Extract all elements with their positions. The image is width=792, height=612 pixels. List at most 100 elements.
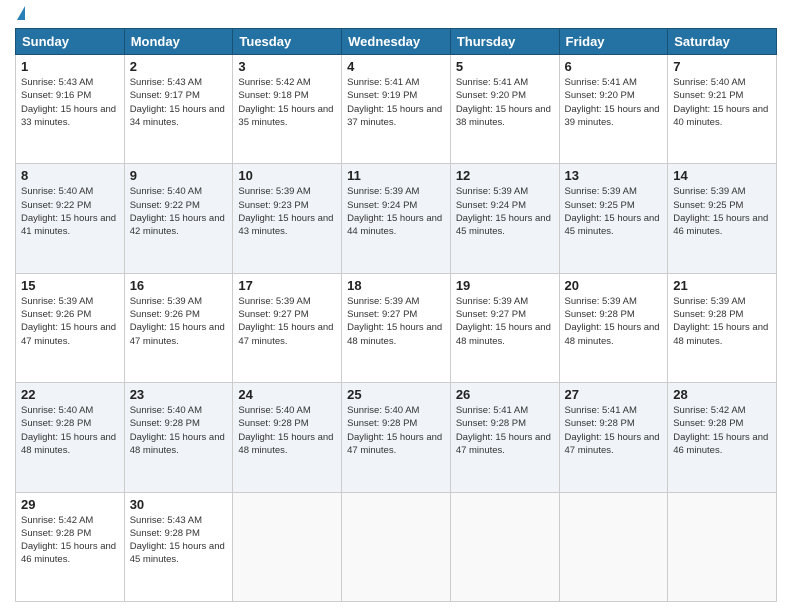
day-number: 24 [238,387,336,402]
table-row [342,492,451,601]
day-number: 16 [130,278,228,293]
day-info: Sunrise: 5:39 AMSunset: 9:27 PMDaylight:… [347,295,445,348]
day-info: Sunrise: 5:41 AMSunset: 9:28 PMDaylight:… [565,404,663,457]
day-info: Sunrise: 5:40 AMSunset: 9:21 PMDaylight:… [673,76,771,129]
day-number: 12 [456,168,554,183]
table-row: 9Sunrise: 5:40 AMSunset: 9:22 PMDaylight… [124,164,233,273]
table-row: 11 Sunrise: 5:39 AMSunset: 9:24 PMDayligh… [342,164,451,273]
day-info: Sunrise: 5:43 AMSunset: 9:28 PMDaylight:… [130,514,228,567]
calendar-header-saturday: Saturday [668,29,777,55]
day-number: 25 [347,387,445,402]
table-row: 28 Sunrise: 5:42 AMSunset: 9:28 PMDayligh… [668,383,777,492]
table-row: 5 Sunrise: 5:41 AMSunset: 9:20 PMDaylight… [450,55,559,164]
calendar-header-sunday: Sunday [16,29,125,55]
table-row: 21 Sunrise: 5:39 AMSunset: 9:28 PMDayligh… [668,273,777,382]
day-number: 22 [21,387,119,402]
calendar-header-friday: Friday [559,29,668,55]
day-number: 28 [673,387,771,402]
day-number: 19 [456,278,554,293]
day-info: Sunrise: 5:39 AMSunset: 9:26 PMDaylight:… [130,295,228,348]
calendar-week-row: 22 Sunrise: 5:40 AMSunset: 9:28 PMDayligh… [16,383,777,492]
day-number: 30 [130,497,228,512]
table-row: 26 Sunrise: 5:41 AMSunset: 9:28 PMDayligh… [450,383,559,492]
day-info: Sunrise: 5:39 AMSunset: 9:26 PMDaylight:… [21,295,119,348]
calendar-body: 1 Sunrise: 5:43 AMSunset: 9:16 PMDaylight… [16,55,777,602]
day-number: 21 [673,278,771,293]
calendar-header-row: SundayMondayTuesdayWednesdayThursdayFrid… [16,29,777,55]
day-info: Sunrise: 5:39 AMSunset: 9:27 PMDaylight:… [238,295,336,348]
day-number: 1 [21,59,119,74]
calendar-header-monday: Monday [124,29,233,55]
day-info: Sunrise: 5:39 AMSunset: 9:24 PMDaylight:… [456,185,554,238]
day-info: Sunrise: 5:39 AMSunset: 9:25 PMDaylight:… [673,185,771,238]
table-row: 20 Sunrise: 5:39 AMSunset: 9:28 PMDayligh… [559,273,668,382]
calendar-week-row: 8 Sunrise: 5:40 AMSunset: 9:22 PMDaylight… [16,164,777,273]
day-info: Sunrise: 5:39 AMSunset: 9:27 PMDaylight:… [456,295,554,348]
table-row: 14 Sunrise: 5:39 AMSunset: 9:25 PMDayligh… [668,164,777,273]
calendar-header-tuesday: Tuesday [233,29,342,55]
calendar-week-row: 29Sunrise: 5:42 AMSunset: 9:28 PMDayligh… [16,492,777,601]
table-row: 27 Sunrise: 5:41 AMSunset: 9:28 PMDayligh… [559,383,668,492]
day-info: Sunrise: 5:43 AMSunset: 9:17 PMDaylight:… [130,76,228,129]
table-row [233,492,342,601]
day-number: 27 [565,387,663,402]
header [15,10,777,20]
calendar: SundayMondayTuesdayWednesdayThursdayFrid… [15,28,777,602]
day-info: Sunrise: 5:41 AMSunset: 9:28 PMDaylight:… [456,404,554,457]
table-row: 7 Sunrise: 5:40 AMSunset: 9:21 PMDaylight… [668,55,777,164]
day-info: Sunrise: 5:39 AMSunset: 9:24 PMDaylight:… [347,185,445,238]
table-row: 1 Sunrise: 5:43 AMSunset: 9:16 PMDaylight… [16,55,125,164]
day-info: Sunrise: 5:41 AMSunset: 9:20 PMDaylight:… [456,76,554,129]
day-info: Sunrise: 5:39 AMSunset: 9:23 PMDaylight:… [238,185,336,238]
calendar-week-row: 15 Sunrise: 5:39 AMSunset: 9:26 PMDayligh… [16,273,777,382]
day-number: 5 [456,59,554,74]
day-info: Sunrise: 5:40 AMSunset: 9:28 PMDaylight:… [21,404,119,457]
day-info: Sunrise: 5:39 AMSunset: 9:28 PMDaylight:… [673,295,771,348]
day-info: Sunrise: 5:40 AMSunset: 9:22 PMDaylight:… [21,185,119,238]
table-row: 2 Sunrise: 5:43 AMSunset: 9:17 PMDaylight… [124,55,233,164]
day-info: Sunrise: 5:43 AMSunset: 9:16 PMDaylight:… [21,76,119,129]
table-row: 23Sunrise: 5:40 AMSunset: 9:28 PMDayligh… [124,383,233,492]
table-row: 4Sunrise: 5:41 AMSunset: 9:19 PMDaylight… [342,55,451,164]
day-number: 13 [565,168,663,183]
table-row: 13 Sunrise: 5:39 AMSunset: 9:25 PMDayligh… [559,164,668,273]
day-number: 11 [347,168,445,183]
day-number: 7 [673,59,771,74]
table-row: 30 Sunrise: 5:43 AMSunset: 9:28 PMDayligh… [124,492,233,601]
day-info: Sunrise: 5:41 AMSunset: 9:19 PMDaylight:… [347,76,445,129]
table-row: 15 Sunrise: 5:39 AMSunset: 9:26 PMDayligh… [16,273,125,382]
day-number: 18 [347,278,445,293]
day-number: 3 [238,59,336,74]
table-row: 10Sunrise: 5:39 AMSunset: 9:23 PMDayligh… [233,164,342,273]
day-info: Sunrise: 5:42 AMSunset: 9:28 PMDaylight:… [673,404,771,457]
day-info: Sunrise: 5:40 AMSunset: 9:22 PMDaylight:… [130,185,228,238]
day-number: 29 [21,497,119,512]
calendar-header-wednesday: Wednesday [342,29,451,55]
day-number: 2 [130,59,228,74]
table-row: 16 Sunrise: 5:39 AMSunset: 9:26 PMDayligh… [124,273,233,382]
day-info: Sunrise: 5:42 AMSunset: 9:18 PMDaylight:… [238,76,336,129]
table-row: 19 Sunrise: 5:39 AMSunset: 9:27 PMDayligh… [450,273,559,382]
day-number: 20 [565,278,663,293]
calendar-header-thursday: Thursday [450,29,559,55]
table-row: 8 Sunrise: 5:40 AMSunset: 9:22 PMDaylight… [16,164,125,273]
table-row [559,492,668,601]
day-number: 14 [673,168,771,183]
table-row: 6Sunrise: 5:41 AMSunset: 9:20 PMDaylight… [559,55,668,164]
day-info: Sunrise: 5:41 AMSunset: 9:20 PMDaylight:… [565,76,663,129]
day-number: 17 [238,278,336,293]
day-info: Sunrise: 5:39 AMSunset: 9:28 PMDaylight:… [565,295,663,348]
day-number: 26 [456,387,554,402]
day-info: Sunrise: 5:39 AMSunset: 9:25 PMDaylight:… [565,185,663,238]
calendar-week-row: 1 Sunrise: 5:43 AMSunset: 9:16 PMDaylight… [16,55,777,164]
day-number: 15 [21,278,119,293]
table-row: 24 Sunrise: 5:40 AMSunset: 9:28 PMDayligh… [233,383,342,492]
page: SundayMondayTuesdayWednesdayThursdayFrid… [0,0,792,612]
table-row: 3 Sunrise: 5:42 AMSunset: 9:18 PMDaylight… [233,55,342,164]
table-row [450,492,559,601]
day-number: 8 [21,168,119,183]
logo [15,10,25,20]
day-info: Sunrise: 5:40 AMSunset: 9:28 PMDaylight:… [238,404,336,457]
day-info: Sunrise: 5:40 AMSunset: 9:28 PMDaylight:… [130,404,228,457]
table-row: 17 Sunrise: 5:39 AMSunset: 9:27 PMDayligh… [233,273,342,382]
